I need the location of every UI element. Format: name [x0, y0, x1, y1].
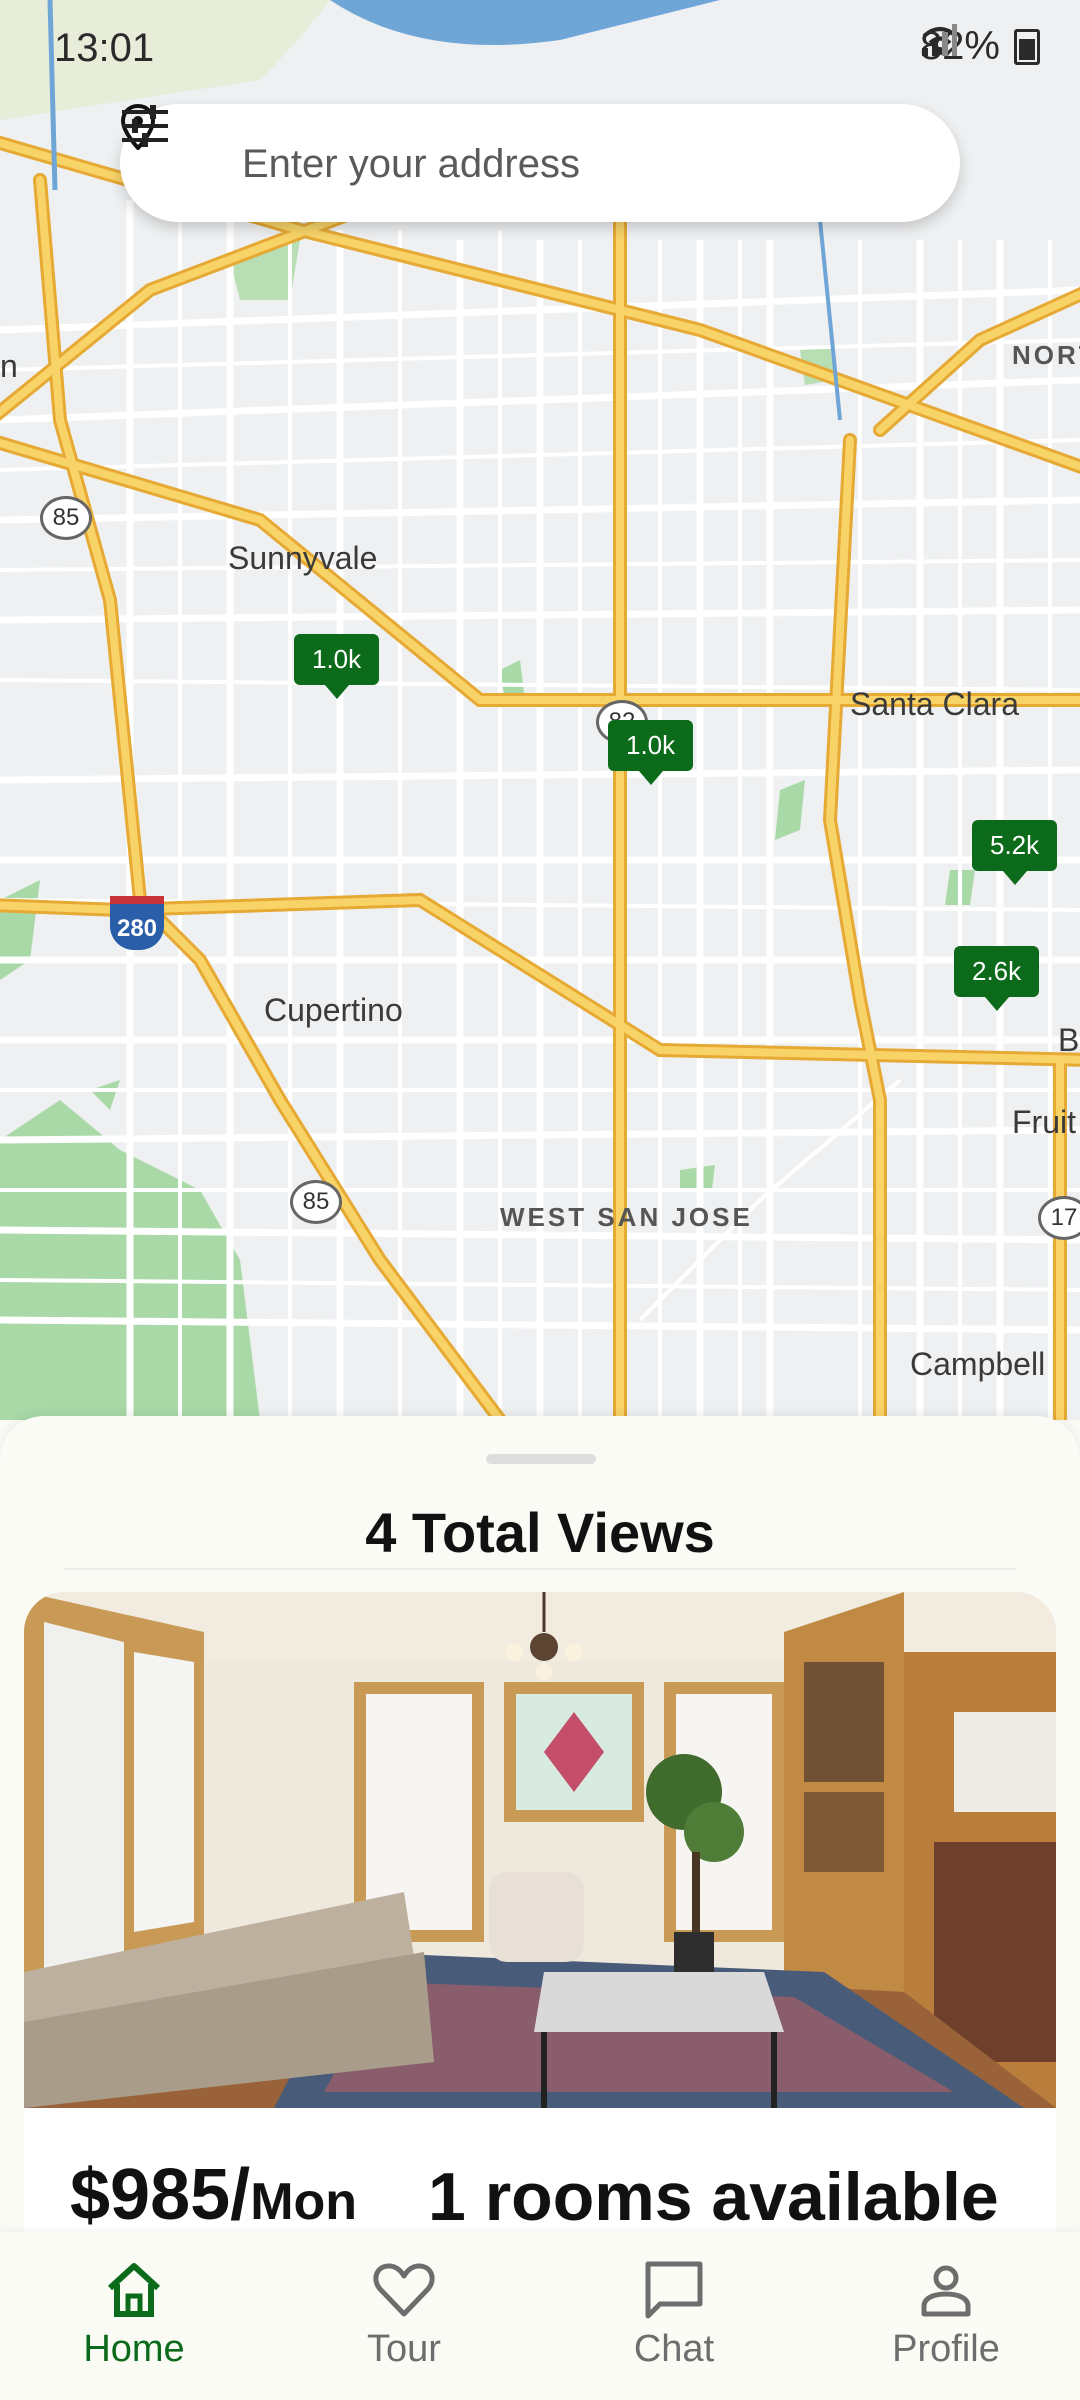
status-time: 13:01 — [54, 26, 155, 70]
map-label-edge: B — [1058, 1022, 1080, 1058]
route-shield-85-south: 85 — [290, 1180, 342, 1224]
price-unit: Mon — [250, 2173, 358, 2231]
nav-home[interactable]: Home — [34, 2258, 234, 2371]
address-input[interactable] — [240, 132, 864, 196]
nav-profile-label: Profile — [892, 2328, 1000, 2370]
price-amount: $985/ — [70, 2155, 251, 2235]
route-shield-85-north: 85 — [40, 496, 92, 540]
home-icon — [107, 2263, 161, 2317]
listing-price: $985/Mon — [70, 2154, 357, 2236]
listing-card[interactable]: $985/Mon 1 rooms available — [24, 1592, 1056, 2236]
status-icons: 82% — [920, 24, 1040, 69]
total-views-title: 4 Total Views — [365, 1501, 715, 1564]
listing-photo[interactable] — [24, 1592, 1056, 2108]
price-marker[interactable]: 1.0k — [294, 634, 380, 699]
price-marker[interactable]: 5.2k — [972, 820, 1058, 885]
interstate-shield-280: 280 — [110, 896, 164, 950]
bottom-navigation: Home Tour Chat Profile — [0, 2232, 1080, 2400]
nav-home-label: Home — [83, 2328, 185, 2370]
price-marker[interactable]: 1.0k — [608, 720, 694, 785]
heart-icon — [373, 2263, 435, 2317]
map-label-north: NORT — [1012, 340, 1080, 370]
nav-chat-label: Chat — [633, 2328, 715, 2370]
map-view[interactable]: 13:01 82% Enter your address Sunnyvale S… — [0, 0, 1080, 1420]
divider — [64, 1568, 1016, 1570]
price-marker[interactable]: 2.6k — [954, 946, 1040, 1011]
nav-profile[interactable]: Profile — [846, 2258, 1046, 2371]
rooms-available: 1 rooms available — [428, 2159, 999, 2235]
address-search-bar[interactable] — [120, 104, 960, 222]
nav-tour[interactable]: Tour — [304, 2258, 504, 2371]
map-label-sunnyvale: Sunnyvale — [228, 540, 378, 576]
listings-bottom-sheet[interactable]: 4 Total Views $985/Mon 1 rooms available — [0, 1416, 1080, 2236]
drag-handle[interactable] — [486, 1454, 596, 1464]
map-label-edge-left: n — [0, 348, 18, 384]
profile-icon — [921, 2265, 971, 2317]
map-label-santa-clara: Santa Clara — [850, 686, 1019, 722]
filter-icon[interactable] — [120, 104, 170, 148]
battery-icon — [1014, 28, 1040, 65]
status-bar: 13:01 82% — [0, 0, 1080, 100]
map-label-fruitdale: Fruit — [1012, 1104, 1076, 1140]
map-label-west-san-jose: WEST SAN JOSE — [500, 1202, 753, 1232]
map-label-cupertino: Cupertino — [264, 992, 403, 1028]
chat-icon — [645, 2261, 703, 2319]
signal-roaming-icon — [921, 24, 957, 56]
nav-tour-label: Tour — [367, 2328, 441, 2370]
map-label-campbell: Campbell — [910, 1346, 1046, 1382]
nav-chat[interactable]: Chat — [574, 2258, 774, 2371]
